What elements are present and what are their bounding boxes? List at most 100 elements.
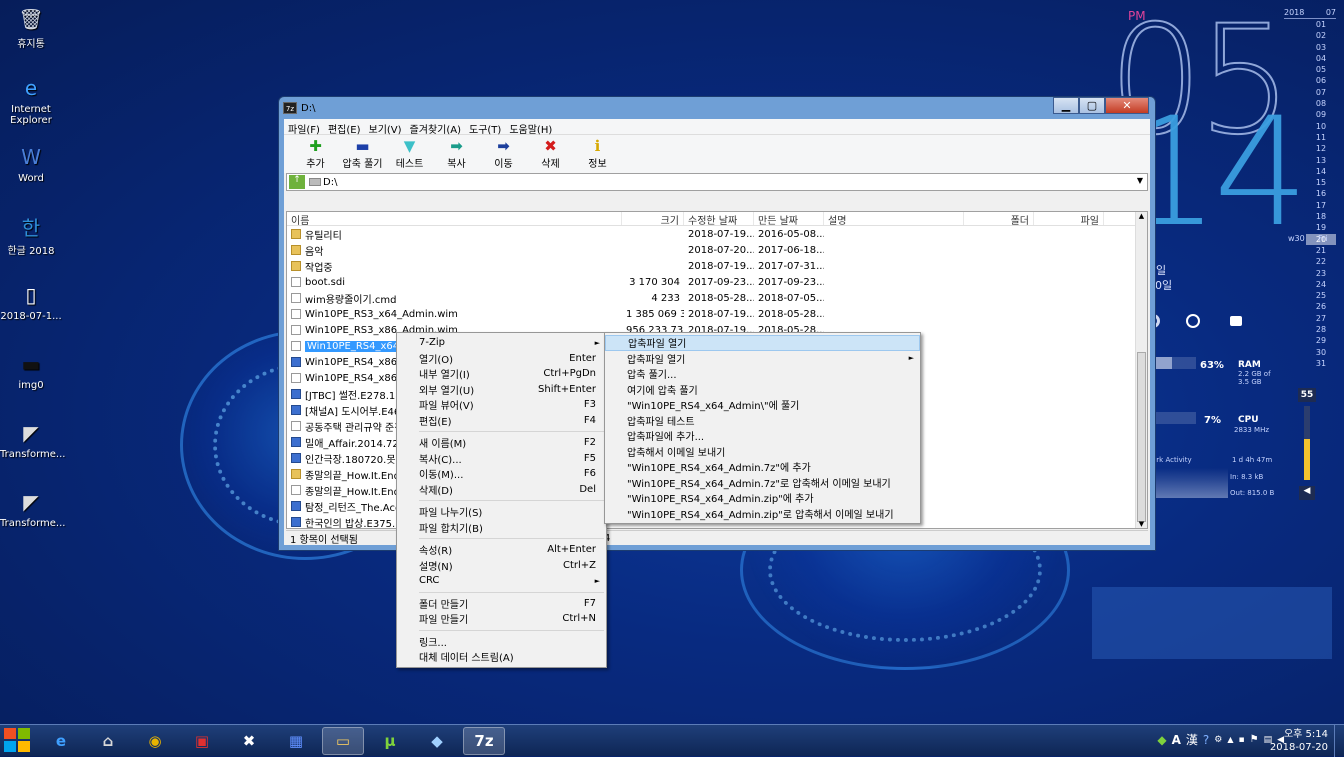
column-header-cell[interactable]: 이름 [287,212,622,225]
7zip-menu-item[interactable]: 압축해서 이메일 보내기 [605,444,920,460]
column-header-cell[interactable]: 수정한 날짜 [684,212,754,225]
up-folder-icon[interactable]: ↑ [289,175,305,189]
desktop-icon[interactable]: ▬ img0 [0,351,62,391]
file-row[interactable]: 음악 2018-07-20... 2017-06-18... [287,242,1147,258]
context-menu-item[interactable]: 속성(R) Alt+Enter [397,542,606,558]
menu-item[interactable]: 보기(V) [365,119,406,136]
minimize-button[interactable]: ▁ [1053,97,1079,114]
context-menu-item[interactable]: 파일 뷰어(V) F3 [397,397,606,413]
file-row[interactable]: Win10PE_RS3_x64_Admin.wim 1 385 069 3... 2… [287,306,1147,322]
chrome-icon[interactable]: ◉ [134,727,176,755]
utorrent-icon[interactable]: µ [369,727,411,755]
menu-item[interactable]: 도구(T) [465,119,505,136]
context-menu-item[interactable]: 열기(O) Enter [397,351,606,367]
power-icon[interactable] [1186,314,1200,328]
tray-app-icon[interactable]: ▪ [1238,735,1244,745]
tray-shield-icon[interactable]: ◆ [1157,733,1166,747]
ime-settings-icon[interactable]: ⚙ [1214,735,1222,745]
7zip-menu-item[interactable]: "Win10PE_RS4_x64_Admin.zip"에 추가 [605,490,920,506]
ime-hanja[interactable]: 漢 [1186,731,1198,748]
vertical-scrollbar[interactable]: ▲ ▼ [1135,212,1147,528]
help-icon[interactable]: ? [1203,733,1209,747]
context-menu-item[interactable]: 폴더 만들기 F7 [397,596,606,612]
menu-item[interactable]: 도움말(H) [505,119,556,136]
column-header-cell[interactable]: 만든 날짜 [754,212,824,225]
toolbar-button[interactable]: ✚ 추가 [292,135,339,173]
context-menu-item[interactable]: 7-Zip ► [397,335,606,351]
7zip-menu-item[interactable]: "Win10PE_RS4_x64_Admin.7z"로 압축해서 이메일 보내기 [605,475,920,491]
title-bar[interactable]: 7z D:\ ▁ ▢ ✕ [279,97,1155,119]
file-row[interactable]: wim용량줄이기.cmd 4 233 2018-05-28... 2018-07-05… [287,290,1147,306]
ime-mode[interactable]: A [1172,733,1181,747]
context-menu-item[interactable]: 파일 나누기(S) [397,504,606,520]
start-button[interactable] [4,728,32,754]
7zip-menu-item[interactable]: 압축 풀기... [605,366,920,382]
address-bar[interactable]: ↑ D:\ ▼ [286,173,1148,191]
column-header-cell[interactable]: 파일 [1034,212,1104,225]
show-hidden-icon[interactable]: ▲ [1227,735,1233,744]
context-menu-item[interactable]: 링크... [397,634,606,650]
desktop-icon[interactable]: ◤ Transforme... [0,489,65,529]
file-row[interactable]: 유틸리티 2018-07-19... 2016-05-08... [287,226,1147,242]
toolbar-button[interactable]: ℹ 정보 [574,135,621,173]
maximize-button[interactable]: ▢ [1079,97,1105,114]
desktop-icon[interactable]: 🗑 휴지통 [0,6,62,50]
desktop-icon[interactable]: ▯ 2018-07-1... [0,282,62,322]
internet-explorer-icon[interactable]: e [40,727,82,755]
column-header-cell[interactable]: 크기 [622,212,684,225]
desktop-icon[interactable]: W Word [0,144,62,184]
context-menu-item[interactable]: 파일 만들기 Ctrl+N [397,611,606,627]
7zip-menu-item[interactable]: 압축파일 열기 ► [605,351,920,367]
taskbar-clock[interactable]: 오후 5:14 2018-07-20 [1270,728,1328,754]
lock-icon[interactable] [1230,316,1242,326]
7zip-menu-item[interactable]: 압축파일 열기 [605,335,920,351]
context-menu-item[interactable]: 내부 열기(I) Ctrl+PgDn [397,366,606,382]
recorder-icon[interactable]: ▣ [181,727,223,755]
context-menu-item[interactable]: 대체 데이터 스트림(A) [397,649,606,665]
scroll-down-icon[interactable]: ▼ [1136,520,1147,528]
desktop-icon[interactable]: ◤ Transforme... [0,420,65,460]
flag-icon[interactable]: ⚑ [1250,734,1259,745]
7zip-menu-item[interactable]: 압축파일 테스트 [605,413,920,429]
x-app-icon[interactable]: ✖ [228,727,270,755]
column-header-cell[interactable]: 설명 [824,212,964,225]
volume-slider[interactable] [1304,406,1310,480]
close-button[interactable]: ✕ [1105,97,1149,114]
desktop-icon[interactable]: 한 한글 2018 [0,213,62,258]
7zip-menu-item[interactable]: "Win10PE_RS4_x64_Admin.zip"로 압축해서 이메일 보내… [605,506,920,522]
scroll-up-icon[interactable]: ▲ [1136,212,1147,220]
7zip-menu-item[interactable]: 여기에 압축 풀기 [605,382,920,398]
network-icon[interactable]: ⌂ [87,727,129,755]
column-header-cell[interactable]: 폴더 [964,212,1034,225]
context-menu-item[interactable]: 새 이름(M) F2 [397,435,606,451]
folder-icon[interactable]: ▭ [322,727,364,755]
7zip-menu-item[interactable]: "Win10PE_RS4_x64_Admin.7z"에 추가 [605,459,920,475]
toolbar-button[interactable]: ▬ 압축 풀기 [339,135,386,173]
notepad-icon[interactable]: ◆ [416,727,458,755]
context-menu-item[interactable]: 편집(E) F4 [397,413,606,429]
show-desktop-button[interactable] [1334,725,1344,757]
context-menu-item[interactable]: 복사(C)... F5 [397,451,606,467]
7zip-menu-item[interactable]: "Win10PE_RS4_x64_Admin\"에 풀기 [605,397,920,413]
context-menu-item[interactable]: 삭제(D) Del [397,482,606,498]
menu-item[interactable]: 파일(F) [284,119,324,136]
scroll-thumb[interactable] [1137,352,1146,522]
toolbar-button[interactable]: ✖ 삭제 [527,135,574,173]
grid-app-icon[interactable]: ▦ [275,727,317,755]
chevron-down-icon[interactable]: ▼ [1137,176,1143,185]
context-menu-item[interactable]: 설명(N) Ctrl+Z [397,558,606,574]
context-menu-item[interactable]: 외부 열기(U) Shift+Enter [397,382,606,398]
menu-item[interactable]: 편집(E) [324,119,365,136]
file-row[interactable]: 작업중 2018-07-19... 2017-07-31... [287,258,1147,274]
toolbar-button[interactable]: ➡ 복사 [433,135,480,173]
toolbar-button[interactable]: ▼ 테스트 [386,135,433,173]
7zip-menu-item[interactable]: 압축파일에 추가... [605,428,920,444]
toolbar-button[interactable]: ➡ 이동 [480,135,527,173]
menu-item[interactable]: 즐겨찾기(A) [406,119,465,136]
context-menu-item[interactable]: CRC ► [397,573,606,589]
context-menu-item[interactable]: 파일 합치기(B) [397,520,606,536]
volume-icon[interactable]: ◀ [1299,486,1315,500]
file-row[interactable]: boot.sdi 3 170 304 2017-09-23... 2017-09-23… [287,274,1147,290]
desktop-icon[interactable]: e Internet Explorer [0,75,62,126]
7zip-icon[interactable]: 7z [463,727,505,755]
